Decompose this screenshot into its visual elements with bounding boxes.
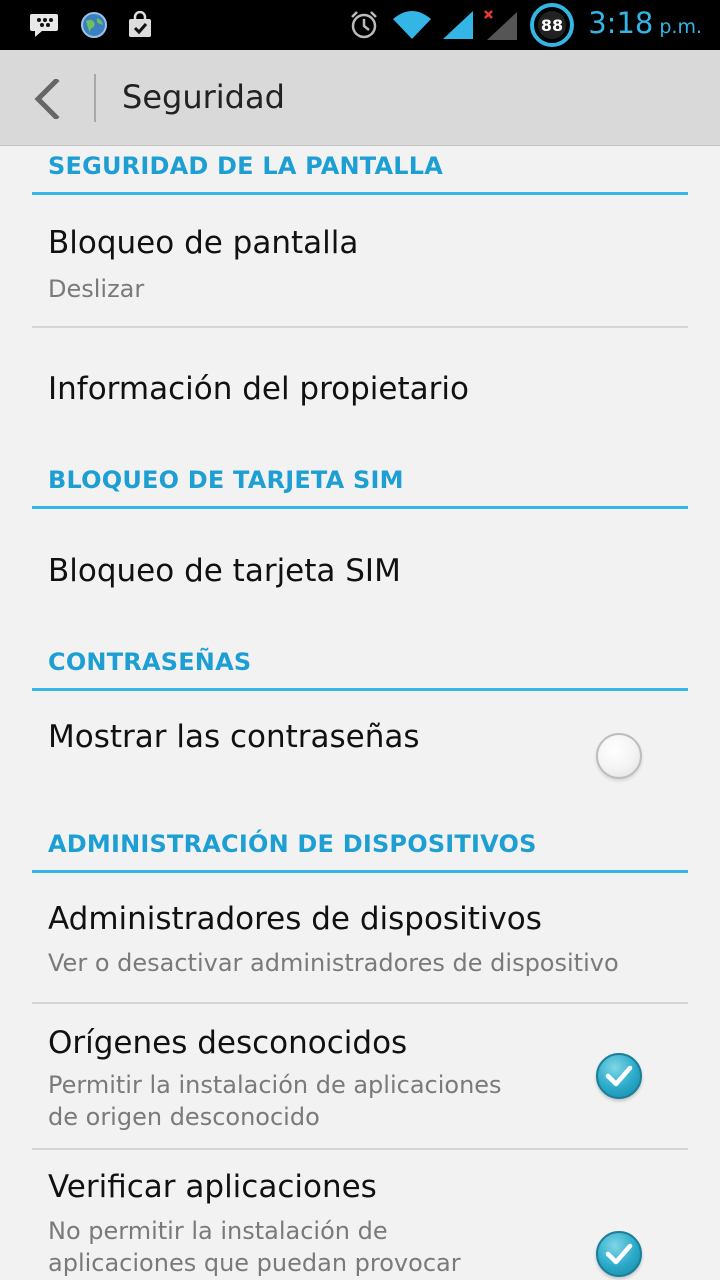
clock: 3:18 p.m. [588, 0, 702, 50]
pref-summary: Deslizar [48, 275, 145, 303]
section-header-screen-security: SEGURIDAD DE LA PANTALLA [32, 147, 688, 195]
pref-title: Orígenes desconocidos [48, 1025, 408, 1061]
shopping-bag-icon [124, 0, 156, 50]
signal-icon [440, 0, 476, 50]
pref-title: Información del propietario [48, 371, 469, 407]
show-passwords-checkbox[interactable] [596, 733, 642, 779]
section-header-device-admin: ADMINISTRACIÓN DE DISPOSITIVOS [32, 803, 688, 873]
unknown-sources-checkbox[interactable] [596, 1053, 642, 1099]
pref-summary-line-2: de origen desconocido [48, 1103, 320, 1131]
clock-time: 3:18 [588, 6, 654, 40]
clock-ampm: p.m. [659, 16, 702, 38]
pref-device-admins[interactable]: Administradores de dispositivos Ver o de… [0, 875, 720, 1001]
pref-sim-lock[interactable]: Bloqueo de tarjeta SIM [0, 511, 720, 621]
section-header-label: CONTRASEÑAS [48, 648, 252, 676]
section-header-label: ADMINISTRACIÓN DE DISPOSITIVOS [48, 830, 537, 858]
section-header-label: BLOQUEO DE TARJETA SIM [48, 466, 404, 494]
pref-title: Bloqueo de tarjeta SIM [48, 553, 401, 589]
chevron-left-icon [34, 79, 60, 119]
divider [32, 326, 688, 328]
pref-title: Bloqueo de pantalla [48, 225, 359, 261]
status-bar: 88 3:18 p.m. [0, 0, 720, 50]
back-button[interactable] [20, 72, 74, 126]
pref-summary-line-2: aplicaciones que puedan provocar [48, 1249, 461, 1277]
battery-level-text: 88 [541, 16, 563, 35]
divider [32, 1148, 688, 1150]
pref-summary-line-1: Permitir la instalación de aplicaciones [48, 1071, 502, 1099]
bbm-icon [28, 0, 60, 50]
pref-show-passwords[interactable]: Mostrar las contraseñas [0, 693, 720, 805]
signal-no-sim-icon [480, 0, 520, 50]
section-header-passwords: CONTRASEÑAS [32, 621, 688, 691]
pref-owner-info[interactable]: Información del propietario [0, 329, 720, 439]
pref-verify-apps[interactable]: Verificar aplicaciones No permitir la in… [0, 1151, 720, 1280]
verify-apps-checkbox[interactable] [596, 1231, 642, 1277]
section-header-sim-lock: BLOQUEO DE TARJETA SIM [32, 439, 688, 509]
alarm-icon [346, 0, 382, 50]
pref-summary: Ver o desactivar administradores de disp… [48, 949, 619, 977]
pref-title: Verificar aplicaciones [48, 1169, 377, 1205]
pref-title: Administradores de dispositivos [48, 901, 542, 937]
pref-summary-line-1: No permitir la instalación de [48, 1217, 388, 1245]
screen: 88 3:18 p.m. Seguridad SEGURIDAD DE LA P… [0, 0, 720, 1280]
checkmark-icon [605, 1243, 633, 1265]
pref-screen-lock[interactable]: Bloqueo de pantalla Deslizar [0, 199, 720, 327]
checkmark-icon [605, 1065, 633, 1087]
action-bar-divider [94, 74, 96, 122]
battery-icon: 88 [526, 0, 578, 50]
pref-unknown-sources[interactable]: Orígenes desconocidos Permitir la instal… [0, 1005, 720, 1147]
section-header-label: SEGURIDAD DE LA PANTALLA [48, 152, 444, 180]
wifi-icon [390, 0, 434, 50]
globe-icon [78, 0, 110, 50]
divider [32, 1002, 688, 1004]
page-title: Seguridad [122, 78, 285, 116]
action-bar: Seguridad [0, 50, 720, 146]
pref-title: Mostrar las contraseñas [48, 719, 420, 755]
